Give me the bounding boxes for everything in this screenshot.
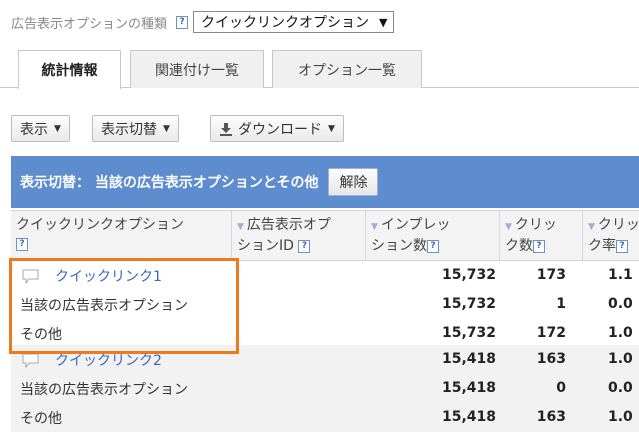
clicks-value: 172	[536, 325, 566, 341]
table-row: その他 15,732 172 1.0	[11, 319, 639, 348]
display-button[interactable]: 表示 ▼	[11, 115, 70, 142]
help-icon[interactable]: ?	[16, 237, 28, 251]
row-name: その他	[20, 411, 62, 427]
column-header-label: ク率	[588, 238, 616, 254]
column-header-label: ションID	[237, 238, 294, 254]
ctr-value: 0.0	[608, 380, 633, 396]
quicklink-name-link[interactable]: クイックリンク2	[55, 350, 162, 370]
table-row: 当該の広告表示オプション 15,732 1 0.0	[11, 290, 639, 319]
select-arrow-icon: ▼	[379, 15, 388, 29]
tab-option-list[interactable]: オプション一覧	[272, 50, 422, 88]
display-button-label: 表示	[20, 121, 48, 138]
clicks-value: 1	[556, 296, 566, 312]
help-icon[interactable]: ?	[616, 239, 628, 253]
help-icon[interactable]: ?	[176, 15, 189, 29]
display-filter-bar: 表示切替： 当該の広告表示オプションとその他 解除	[11, 156, 639, 208]
row-name: 当該の広告表示オプション	[20, 298, 188, 314]
sort-icon: ▼	[588, 222, 595, 232]
ctr-value: 1.0	[608, 409, 633, 425]
help-icon[interactable]: ?	[533, 239, 545, 253]
clicks-value: 163	[536, 351, 566, 367]
option-type-value: クイックリンクオプション	[201, 15, 370, 31]
sort-icon: ▼	[505, 222, 512, 232]
column-header-label: クリッ	[514, 217, 557, 233]
impressions-value: 15,732	[441, 325, 496, 341]
option-type-row: 広告表示オプションの種類 ? クイックリンクオプション ▼	[11, 10, 395, 34]
column-header-impressions[interactable]: ▼ インプレッ ション数?	[366, 211, 500, 261]
impressions-value: 15,418	[441, 409, 496, 425]
download-button[interactable]: ダウンロード ▼	[210, 115, 344, 142]
display-switch-button[interactable]: 表示切替 ▼	[92, 115, 179, 142]
option-type-select[interactable]: クイックリンクオプション ▼	[193, 11, 395, 33]
clicks-value: 0	[556, 380, 566, 396]
column-header-label: ク数	[505, 238, 533, 254]
column-header-clicks[interactable]: ▼ クリッ ク数?	[500, 211, 583, 261]
ctr-value: 1.1	[608, 267, 633, 283]
display-switch-label: 表示切替	[101, 121, 157, 138]
help-icon[interactable]: ?	[298, 239, 311, 253]
option-type-label: 広告表示オプションの種類	[11, 16, 168, 32]
column-header-ctr[interactable]: ▼ クリッ ク率?	[583, 211, 639, 261]
table-row: その他 15,418 163 1.0	[11, 403, 639, 432]
impressions-value: 15,732	[441, 267, 496, 283]
column-header-label: 広告表示オプ	[246, 217, 331, 233]
impressions-value: 15,418	[441, 380, 496, 396]
ctr-value: 1.0	[608, 325, 633, 341]
column-header-label: クリッ	[597, 217, 639, 233]
table-row: クイックリンク1 15,732 173 1.1	[11, 261, 639, 290]
clicks-value: 173	[536, 267, 566, 283]
clear-filter-button[interactable]: 解除	[328, 168, 379, 196]
clicks-value: 163	[536, 409, 566, 425]
sort-icon: ▼	[237, 222, 244, 232]
ctr-value: 1.0	[608, 351, 633, 367]
table-row: 当該の広告表示オプション 15,418 0 0.0	[11, 374, 639, 403]
tab-associations[interactable]: 関連付け一覧	[130, 50, 264, 88]
table-header: クイックリンクオプション ? ▼ 広告表示オプ ションID ? ▼ インプレッ ショ…	[11, 210, 639, 261]
column-header-option-id[interactable]: ▼ 広告表示オプ ションID ?	[232, 211, 366, 261]
impressions-value: 15,418	[441, 351, 496, 367]
impressions-value: 15,732	[441, 296, 496, 312]
filter-status-text: 表示切替： 当該の広告表示オプションとその他	[20, 175, 319, 191]
chevron-down-icon: ▼	[163, 123, 170, 134]
chat-bubble-icon	[22, 269, 39, 284]
ctr-value: 0.0	[608, 296, 633, 312]
sort-icon: ▼	[371, 222, 378, 232]
column-header-label: クイックリンクオプション	[16, 217, 184, 233]
download-label: ダウンロード	[238, 121, 322, 138]
help-icon[interactable]: ?	[427, 239, 439, 253]
chevron-down-icon: ▼	[54, 123, 61, 134]
tab-statistics[interactable]: 統計情報	[18, 50, 121, 89]
chevron-down-icon: ▼	[328, 123, 335, 134]
table-row: クイックリンク2 15,418 163 1.0	[11, 345, 639, 374]
row-name: 当該の広告表示オプション	[20, 382, 188, 398]
column-header-label: ション数	[371, 238, 427, 254]
download-icon	[220, 122, 232, 136]
chat-bubble-icon	[22, 353, 39, 368]
column-header-label: インプレッ	[380, 217, 451, 233]
row-name: その他	[20, 327, 62, 343]
column-header-quicklink[interactable]: クイックリンクオプション ?	[11, 211, 232, 261]
quicklink-name-link[interactable]: クイックリンク1	[55, 266, 162, 286]
tab-bar: 統計情報 関連付け一覧 オプション一覧	[0, 50, 639, 89]
